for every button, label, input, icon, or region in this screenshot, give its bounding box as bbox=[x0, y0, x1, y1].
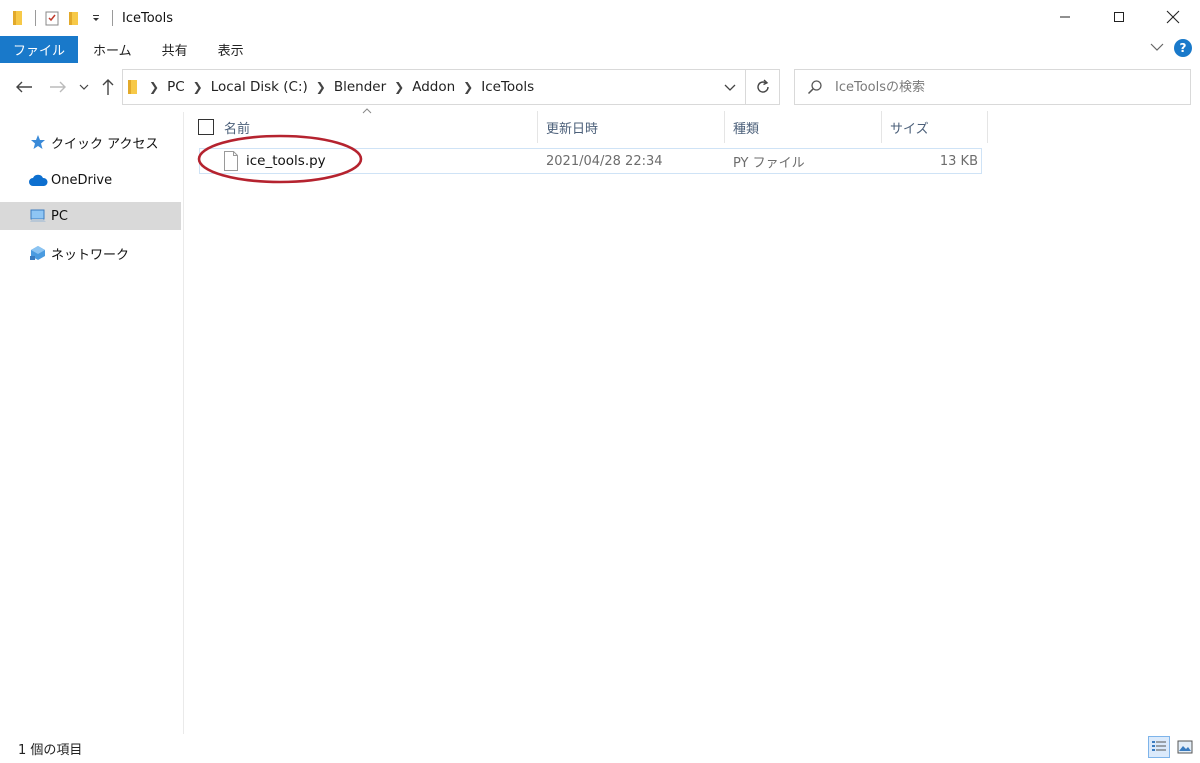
ribbon-tabs: ファイル ホーム 共有 表示 ? bbox=[0, 36, 1200, 63]
file-list: 名前 更新日時 種類 サイズ ice_tools.py 2021/04/28 2… bbox=[184, 106, 1200, 734]
breadcrumb-addon[interactable]: Addon bbox=[412, 79, 455, 95]
sidebar-item-label: OneDrive bbox=[51, 172, 113, 188]
ribbon-controls: ? bbox=[1150, 39, 1192, 57]
details-view-icon[interactable] bbox=[1148, 736, 1170, 758]
tab-home[interactable]: ホーム bbox=[78, 36, 147, 63]
file-row[interactable]: ice_tools.py 2021/04/28 22:34 PY ファイル 13… bbox=[199, 148, 982, 174]
window-title: IceTools bbox=[122, 10, 174, 26]
sidebar-item-label: PC bbox=[51, 208, 68, 224]
column-header-label: 名前 bbox=[224, 121, 251, 137]
file-type: PY ファイル bbox=[733, 155, 805, 171]
folder-icon[interactable] bbox=[8, 7, 30, 29]
toolbar-divider bbox=[35, 10, 36, 26]
cloud-icon bbox=[28, 170, 48, 190]
column-header-name[interactable]: 名前 bbox=[184, 111, 538, 143]
customize-toolbar-dropdown-icon[interactable] bbox=[85, 7, 107, 29]
sidebar-item-label: ネットワーク bbox=[51, 247, 130, 263]
search-box[interactable] bbox=[794, 69, 1191, 105]
navigation-pane: クイック アクセス OneDrive PC ネットワーク bbox=[0, 112, 184, 734]
sidebar-item-quick-access[interactable]: クイック アクセス bbox=[0, 128, 181, 156]
breadcrumb-separator-icon[interactable]: ❯ bbox=[149, 80, 159, 94]
column-header-date[interactable]: 更新日時 bbox=[538, 111, 725, 143]
breadcrumb-blender[interactable]: Blender bbox=[334, 79, 386, 95]
computer-icon bbox=[28, 206, 48, 226]
help-button[interactable]: ? bbox=[1174, 39, 1192, 57]
column-header-type[interactable]: 種類 bbox=[725, 111, 882, 143]
folder-icon bbox=[127, 79, 139, 95]
quick-access-toolbar bbox=[0, 0, 118, 36]
tab-share[interactable]: 共有 bbox=[147, 36, 203, 63]
back-button[interactable] bbox=[10, 68, 38, 106]
recent-locations-chevron-icon[interactable] bbox=[76, 68, 92, 106]
tab-view[interactable]: 表示 bbox=[203, 36, 259, 63]
refresh-button[interactable] bbox=[745, 70, 779, 104]
sidebar-item-label: クイック アクセス bbox=[51, 136, 159, 152]
file-name-cell: ice_tools.py bbox=[200, 151, 540, 171]
minimize-button[interactable] bbox=[1038, 0, 1092, 34]
toolbar-divider bbox=[112, 10, 113, 26]
view-switcher bbox=[1148, 736, 1196, 758]
search-icon bbox=[807, 79, 823, 95]
navigation-bar: ❯ PC ❯ Local Disk (C:) ❯ Blender ❯ Addon… bbox=[0, 68, 1200, 106]
large-icons-view-icon[interactable] bbox=[1174, 736, 1196, 758]
breadcrumb-local-disk[interactable]: Local Disk (C:) bbox=[211, 79, 308, 95]
file-name: ice_tools.py bbox=[246, 153, 326, 169]
file-icon bbox=[224, 151, 238, 171]
network-icon bbox=[28, 243, 48, 263]
maximize-button[interactable] bbox=[1092, 0, 1146, 34]
breadcrumb-pc[interactable]: PC bbox=[167, 79, 185, 95]
address-bar[interactable]: ❯ PC ❯ Local Disk (C:) ❯ Blender ❯ Addon… bbox=[122, 69, 780, 105]
expand-ribbon-chevron-icon[interactable] bbox=[1150, 41, 1164, 56]
status-bar: 1 個の項目 bbox=[0, 734, 1200, 763]
breadcrumb-separator-icon[interactable]: ❯ bbox=[193, 80, 203, 94]
search-input[interactable] bbox=[835, 79, 1175, 95]
new-folder-icon[interactable] bbox=[63, 7, 85, 29]
select-all-checkbox[interactable] bbox=[198, 119, 214, 135]
breadcrumb: ❯ PC ❯ Local Disk (C:) ❯ Blender ❯ Addon… bbox=[123, 79, 715, 95]
address-history-chevron-icon[interactable] bbox=[715, 70, 745, 104]
star-icon bbox=[28, 132, 48, 152]
window-controls bbox=[1038, 0, 1200, 34]
file-date: 2021/04/28 22:34 bbox=[546, 153, 663, 169]
file-size: 13 KB bbox=[939, 153, 978, 169]
breadcrumb-separator-icon[interactable]: ❯ bbox=[394, 80, 404, 94]
tab-file[interactable]: ファイル bbox=[0, 36, 79, 63]
title-bar: IceTools bbox=[0, 0, 1200, 36]
sidebar-item-pc[interactable]: PC bbox=[0, 202, 181, 230]
sidebar-item-onedrive[interactable]: OneDrive bbox=[0, 166, 181, 194]
breadcrumb-separator-icon[interactable]: ❯ bbox=[463, 80, 473, 94]
breadcrumb-separator-icon[interactable]: ❯ bbox=[316, 80, 326, 94]
column-header-row: 名前 更新日時 種類 サイズ bbox=[184, 111, 988, 143]
breadcrumb-icetools[interactable]: IceTools bbox=[481, 79, 534, 95]
forward-button[interactable] bbox=[44, 68, 72, 106]
item-count: 1 個の項目 bbox=[18, 743, 83, 758]
properties-icon[interactable] bbox=[41, 7, 63, 29]
close-button[interactable] bbox=[1146, 0, 1200, 34]
sidebar-item-network[interactable]: ネットワーク bbox=[0, 239, 181, 267]
column-header-size[interactable]: サイズ bbox=[882, 111, 988, 143]
up-button[interactable] bbox=[96, 68, 120, 106]
